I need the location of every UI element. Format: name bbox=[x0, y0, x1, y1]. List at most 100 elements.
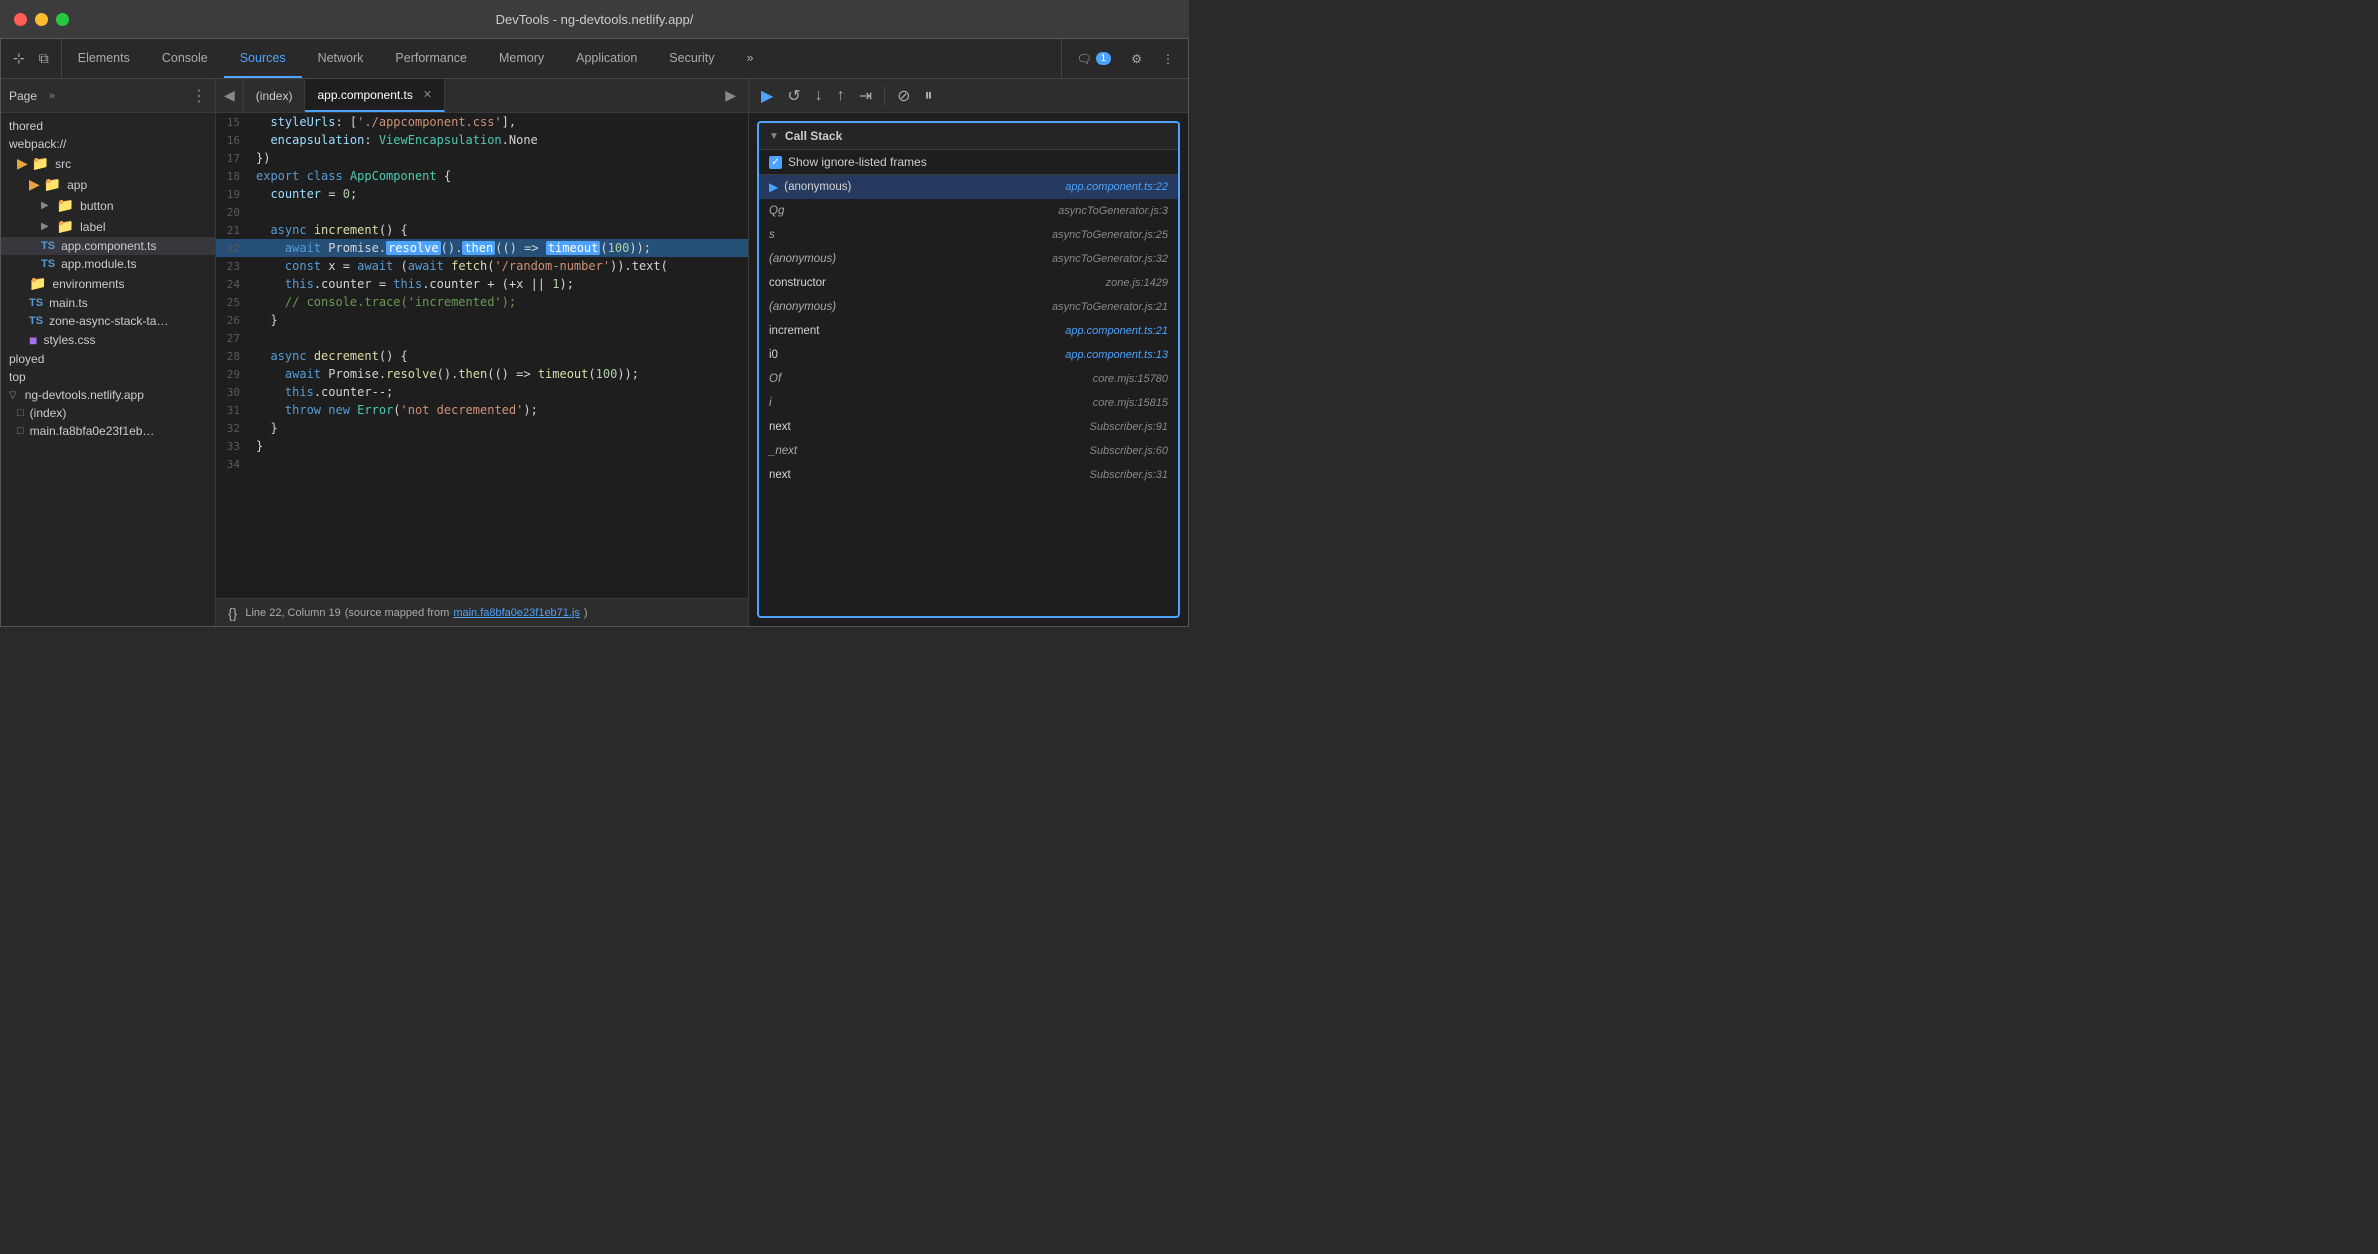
ignore-frames-label: Show ignore-listed frames bbox=[788, 155, 927, 169]
tab-network[interactable]: Network bbox=[302, 39, 380, 78]
ignore-frames-checkbox[interactable]: ✓ bbox=[769, 156, 782, 169]
minimize-button[interactable] bbox=[35, 13, 48, 26]
stack-entry-7[interactable]: i0 app.component.ts:13 bbox=[759, 343, 1178, 367]
stack-entry-left: Qg bbox=[769, 205, 784, 217]
stack-entry-2[interactable]: s asyncToGenerator.js:25 bbox=[759, 223, 1178, 247]
stack-fn-name: _next bbox=[769, 445, 797, 457]
step-out-button[interactable]: ↑ bbox=[833, 85, 849, 107]
code-line-22: 22 await Promise.resolve().then(() => ti… bbox=[216, 239, 748, 257]
tab-application[interactable]: Application bbox=[560, 39, 653, 78]
file-item-ployed[interactable]: ployed bbox=[1, 350, 215, 368]
stack-entry-0[interactable]: ▶ (anonymous) app.component.ts:22 bbox=[759, 175, 1178, 199]
file-item-label[interactable]: ▶ 📁 label bbox=[1, 216, 215, 237]
tab-console[interactable]: Console bbox=[146, 39, 224, 78]
file-item-src[interactable]: ▶ 📁 src bbox=[1, 153, 215, 174]
close-button[interactable] bbox=[14, 13, 27, 26]
stack-entry-left: constructor bbox=[769, 277, 826, 289]
file-item-ng-devtools[interactable]: ▽ ng-devtools.netlify.app bbox=[1, 386, 215, 404]
inspect-icon[interactable]: ⊹ bbox=[9, 46, 29, 71]
stack-location: core.mjs:15780 bbox=[1093, 373, 1168, 385]
file-item-label: label bbox=[80, 220, 105, 234]
code-line-27: 27 bbox=[216, 329, 748, 347]
right-panel: ▶ ↺ ↓ ↑ ⇥ ⊘ ⏸ ▼ Call Stack ✓ Show ignore… bbox=[748, 79, 1188, 626]
tab-performance[interactable]: Performance bbox=[379, 39, 483, 78]
file-item-main-fa8b[interactable]: □ main.fa8bfa0e23f1eb… bbox=[1, 422, 215, 440]
step-over-button[interactable]: ↺ bbox=[783, 84, 804, 108]
stack-entry-1[interactable]: Qg asyncToGenerator.js:3 bbox=[759, 199, 1178, 223]
debugger-toolbar: ▶ ↺ ↓ ↑ ⇥ ⊘ ⏸ bbox=[749, 79, 1188, 113]
tab-nav-back-button[interactable]: ◀ bbox=[222, 85, 237, 106]
stack-entry-9[interactable]: i core.mjs:15815 bbox=[759, 391, 1178, 415]
editor-tab-index[interactable]: (index) bbox=[244, 79, 306, 112]
file-item-top[interactable]: top bbox=[1, 368, 215, 386]
stack-entry-6[interactable]: increment app.component.ts:21 bbox=[759, 319, 1178, 343]
file-item-app-component-ts[interactable]: TS app.component.ts bbox=[1, 237, 215, 255]
call-stack-title: Call Stack bbox=[785, 129, 842, 143]
stack-entry-5[interactable]: (anonymous) asyncToGenerator.js:21 bbox=[759, 295, 1178, 319]
more-options-button[interactable]: ⋮ bbox=[1156, 48, 1180, 70]
status-source-map: (source mapped from bbox=[345, 607, 450, 619]
maximize-button[interactable] bbox=[56, 13, 69, 26]
stack-entry-12[interactable]: next Subscriber.js:31 bbox=[759, 463, 1178, 487]
deactivate-breakpoints-button[interactable]: ⊘ bbox=[893, 84, 914, 108]
tab-sources[interactable]: Sources bbox=[224, 39, 302, 78]
stack-entry-11[interactable]: _next Subscriber.js:60 bbox=[759, 439, 1178, 463]
settings-button[interactable]: ⚙ bbox=[1125, 48, 1148, 70]
file-item-app-module-ts[interactable]: TS app.module.ts bbox=[1, 255, 215, 273]
stack-entry-left: ▶ (anonymous) bbox=[769, 180, 851, 194]
editor-tab-app-component[interactable]: app.component.ts ✕ bbox=[305, 79, 445, 112]
stack-fn-name: Of bbox=[769, 373, 781, 385]
pause-exceptions-button[interactable]: ⏸ bbox=[921, 85, 937, 107]
stack-fn-name: constructor bbox=[769, 277, 826, 289]
call-stack-header[interactable]: ▼ Call Stack bbox=[759, 123, 1178, 150]
tab-elements[interactable]: Elements bbox=[62, 39, 146, 78]
stack-location: app.component.ts:22 bbox=[1065, 181, 1168, 193]
format-button[interactable]: {} bbox=[228, 605, 237, 621]
sidebar-dots-button[interactable]: ⋮ bbox=[191, 86, 207, 106]
file-item-webpack[interactable]: webpack:// bbox=[1, 135, 215, 153]
device-toggle-icon[interactable]: ⧉ bbox=[35, 46, 53, 71]
file-item-app[interactable]: ▶ 📁 app bbox=[1, 174, 215, 195]
tab-run-button[interactable]: ▶ bbox=[721, 85, 740, 106]
file-item-styles-css[interactable]: ■ styles.css bbox=[1, 330, 215, 350]
file-item-main-ts[interactable]: TS main.ts bbox=[1, 294, 215, 312]
stack-entry-8[interactable]: Of core.mjs:15780 bbox=[759, 367, 1178, 391]
file-item-label: thored bbox=[9, 119, 43, 133]
resume-button[interactable]: ▶ bbox=[757, 84, 777, 108]
sidebar-page-label: Page bbox=[9, 89, 37, 103]
stack-fn-name: i0 bbox=[769, 349, 778, 361]
stack-fn-name: s bbox=[769, 229, 775, 241]
tab-security[interactable]: Security bbox=[653, 39, 730, 78]
stack-entry-10[interactable]: next Subscriber.js:91 bbox=[759, 415, 1178, 439]
file-item-thored[interactable]: thored bbox=[1, 117, 215, 135]
step-button[interactable]: ⇥ bbox=[855, 84, 876, 108]
code-line-29: 29 await Promise.resolve().then(() => ti… bbox=[216, 365, 748, 383]
stack-fn-name: (anonymous) bbox=[769, 253, 836, 265]
file-item-index[interactable]: □ (index) bbox=[1, 404, 215, 422]
nav-right-actions: 🗨 1 ⚙ ⋮ bbox=[1061, 39, 1188, 78]
sidebar-header: Page » ⋮ bbox=[1, 79, 215, 113]
file-item-environments[interactable]: 📁 environments bbox=[1, 273, 215, 294]
source-map-link[interactable]: main.fa8bfa0e23f1eb71.js bbox=[453, 607, 580, 619]
file-ts-icon: TS bbox=[29, 315, 43, 327]
stack-entry-3[interactable]: (anonymous) asyncToGenerator.js:32 bbox=[759, 247, 1178, 271]
stack-entry-left: next bbox=[769, 421, 791, 433]
stack-entry-4[interactable]: constructor zone.js:1429 bbox=[759, 271, 1178, 295]
stack-entry-left: s bbox=[769, 229, 775, 241]
window-controls bbox=[14, 13, 69, 26]
tab-more[interactable]: » bbox=[730, 39, 769, 78]
tab-close-button[interactable]: ✕ bbox=[423, 88, 432, 101]
stack-location: app.component.ts:13 bbox=[1065, 349, 1168, 361]
step-into-button[interactable]: ↓ bbox=[811, 85, 827, 107]
code-line-23: 23 const x = await (await fetch('/random… bbox=[216, 257, 748, 275]
file-item-button[interactable]: ▶ 📁 button bbox=[1, 195, 215, 216]
stack-location: Subscriber.js:31 bbox=[1090, 469, 1168, 481]
notification-button[interactable]: 🗨 1 bbox=[1070, 48, 1117, 70]
code-line-16: 16 encapsulation: ViewEncapsulation.None bbox=[216, 131, 748, 149]
status-source-map-end: ) bbox=[584, 607, 588, 619]
file-tree-sidebar: Page » ⋮ thored webpack:// ▶ 📁 src ▶ 📁 a… bbox=[1, 79, 216, 626]
file-item-zone-async[interactable]: TS zone-async-stack-ta… bbox=[1, 312, 215, 330]
sidebar-more-button[interactable]: » bbox=[49, 90, 55, 102]
stack-entry-left: Of bbox=[769, 373, 781, 385]
tab-memory[interactable]: Memory bbox=[483, 39, 560, 78]
